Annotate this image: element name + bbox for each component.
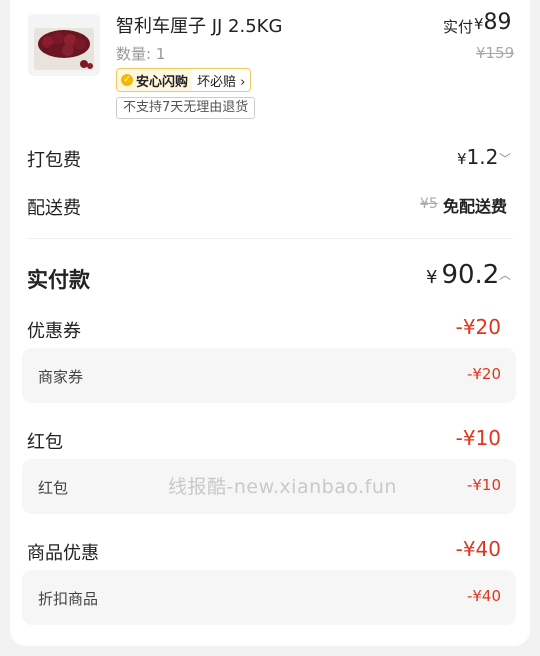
product-discount-value: -¥40 <box>455 537 501 561</box>
guarantee-link[interactable]: 坏必赔 <box>197 75 236 90</box>
packing-fee-value[interactable]: ¥1.2 <box>457 145 498 169</box>
coupon-detail-box: 商家券 -¥20 <box>22 348 516 403</box>
product-name[interactable]: 智利车厘子 JJ 2.5KG <box>116 12 282 38</box>
delivery-fee-value: 免配送费 <box>443 197 508 216</box>
merchant-coupon-label: 商家券 <box>38 368 84 386</box>
coupon-label: 优惠券 <box>27 321 81 342</box>
guarantee-tag[interactable]: ✓ 安心闪购 坏必赔 › <box>116 68 252 92</box>
total-label: 实付款 <box>27 268 90 292</box>
product-discount-label: 商品优惠 <box>27 543 99 564</box>
discounted-item-label: 折扣商品 <box>38 590 99 608</box>
packing-fee-label: 打包费 <box>27 150 81 171</box>
total-value[interactable]: ¥90.2 <box>426 260 499 290</box>
return-policy-tag: 不支持7天无理由退货 <box>116 97 256 119</box>
chevron-up-icon[interactable]: ︿ <box>499 266 511 283</box>
item-paid-amount: ¥89 <box>474 10 512 35</box>
chevron-down-icon[interactable]: ﹀ <box>499 150 511 167</box>
product-quantity: 数量: 1 <box>116 45 166 63</box>
red-packet-sub-label: 红包 <box>38 479 69 497</box>
delivery-original-fee: ¥5 <box>420 196 438 212</box>
merchant-coupon-value: -¥20 <box>466 365 501 383</box>
delivery-fee-label: 配送费 <box>27 198 81 219</box>
product-discount-detail-box: 折扣商品 -¥40 <box>22 570 516 625</box>
chevron-right-icon: › <box>240 74 246 90</box>
red-packet-label: 红包 <box>27 432 63 453</box>
discounted-item-value: -¥40 <box>466 587 501 605</box>
product-thumbnail[interactable] <box>28 14 100 76</box>
watermark: 线报酷-new.xianbao.fun <box>168 476 397 498</box>
coupon-value: -¥20 <box>455 315 501 339</box>
red-packet-sub-value: -¥10 <box>466 476 501 494</box>
check-icon: ✓ <box>121 74 133 86</box>
item-original-price: ¥159 <box>476 44 515 62</box>
divider <box>27 238 513 239</box>
item-paid-label: 实付 <box>443 18 474 36</box>
red-packet-value: -¥10 <box>455 426 501 450</box>
